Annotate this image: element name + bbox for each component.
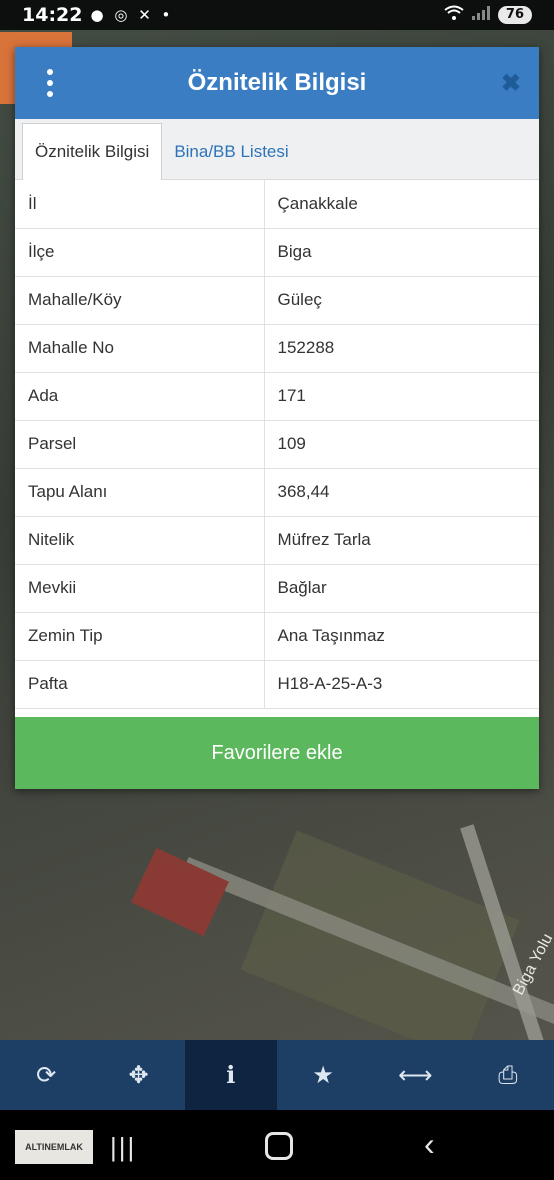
back-button[interactable]: ‹ bbox=[424, 1126, 435, 1163]
home-button[interactable] bbox=[265, 1132, 293, 1160]
attr-value: Çanakkale bbox=[264, 180, 539, 229]
status-bar: 14:22 ● ◎ ✕ • 76 bbox=[0, 0, 554, 30]
table-row: Ada 171 bbox=[15, 372, 539, 421]
attr-key: Mahalle No bbox=[15, 324, 265, 373]
print-icon[interactable]: ⎙ bbox=[462, 1040, 554, 1110]
attr-key: İlçe bbox=[15, 228, 265, 277]
table-row: Pafta H18-A-25-A-3 bbox=[15, 660, 539, 709]
attr-value: 109 bbox=[264, 420, 539, 469]
map-toolbar: ⟳ ✥ ℹ ★ ⟷ ⎙ bbox=[0, 1040, 554, 1110]
table-row: Nitelik Müfrez Tarla bbox=[15, 516, 539, 565]
table-row: Parsel 109 bbox=[15, 420, 539, 469]
dialog-header: Öznitelik Bilgisi ✖ bbox=[15, 47, 539, 119]
attr-value: 152288 bbox=[264, 324, 539, 373]
status-time: 14:22 bbox=[22, 4, 83, 26]
attr-value: Müfrez Tarla bbox=[264, 516, 539, 565]
recent-apps-button[interactable]: ||| bbox=[110, 1132, 136, 1163]
dialog-title: Öznitelik Bilgisi bbox=[187, 69, 367, 96]
refresh-icon[interactable]: ⟳ bbox=[0, 1040, 92, 1110]
table-row: İlçe Biga bbox=[15, 228, 539, 277]
attr-value: 171 bbox=[264, 372, 539, 421]
table-row: Tapu Alanı 368,44 bbox=[15, 468, 539, 517]
close-icon[interactable]: ✖ bbox=[501, 69, 521, 98]
attribute-table: İl Çanakkale İlçe Biga Mahalle/Köy Güleç Ma… bbox=[15, 180, 539, 709]
notification-icons: ● ◎ ✕ • bbox=[90, 6, 174, 24]
attr-key: Pafta bbox=[15, 660, 265, 709]
table-row: Zemin Tip Ana Taşınmaz bbox=[15, 612, 539, 661]
system-nav-bar: ALTINEMLAK ||| ‹ bbox=[0, 1110, 554, 1180]
map-building bbox=[131, 847, 229, 937]
attr-key: Mevkii bbox=[15, 564, 265, 613]
attr-key: Parsel bbox=[15, 420, 265, 469]
attr-key: Tapu Alanı bbox=[15, 468, 265, 517]
battery-indicator: 76 bbox=[497, 6, 532, 24]
table-row: Mahalle/Köy Güleç bbox=[15, 276, 539, 325]
attr-value: 368,44 bbox=[264, 468, 539, 517]
attr-key: Ada bbox=[15, 372, 265, 421]
attr-value: Biga bbox=[264, 228, 539, 277]
watermark-logo: ALTINEMLAK bbox=[15, 1130, 93, 1164]
info-icon[interactable]: ℹ bbox=[184, 1040, 277, 1110]
tab-attribute-info[interactable]: Öznitelik Bilgisi bbox=[22, 123, 163, 180]
attr-value: Ana Taşınmaz bbox=[264, 612, 539, 661]
attr-value: Güleç bbox=[264, 276, 539, 325]
star-icon[interactable]: ★ bbox=[277, 1040, 369, 1110]
attr-key: Mahalle/Köy bbox=[15, 276, 265, 325]
attr-key: Zemin Tip bbox=[15, 612, 265, 661]
more-menu-icon[interactable] bbox=[45, 69, 55, 97]
attr-value: Bağlar bbox=[264, 564, 539, 613]
attr-value: H18-A-25-A-3 bbox=[264, 660, 539, 709]
measure-icon[interactable]: ⟷ bbox=[369, 1040, 461, 1110]
attr-key: Nitelik bbox=[15, 516, 265, 565]
attribute-dialog: Öznitelik Bilgisi ✖ Öznitelik Bilgisi Bi… bbox=[15, 47, 539, 789]
add-to-favorites-button[interactable]: Favorilere ekle bbox=[15, 717, 539, 789]
table-row: Mevkii Bağlar bbox=[15, 564, 539, 613]
table-row: İl Çanakkale bbox=[15, 180, 539, 229]
tab-building-list[interactable]: Bina/BB Listesi bbox=[162, 124, 300, 179]
wifi-icon bbox=[444, 5, 464, 25]
attr-key: İl bbox=[15, 180, 265, 229]
signal-icon bbox=[471, 6, 490, 24]
table-row: Mahalle No 152288 bbox=[15, 324, 539, 373]
move-icon[interactable]: ✥ bbox=[92, 1040, 184, 1110]
dialog-tabs: Öznitelik Bilgisi Bina/BB Listesi bbox=[15, 119, 539, 180]
